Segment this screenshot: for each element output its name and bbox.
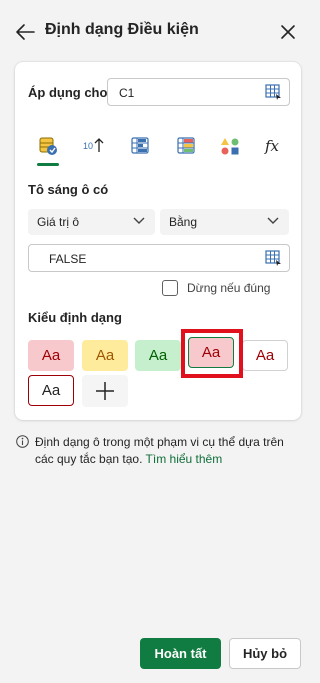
cancel-button[interactable]: Hủy bỏ	[229, 638, 301, 669]
panel-header: Định dạng Điều kiện	[0, 0, 317, 62]
tab-formula[interactable]: fx	[259, 132, 289, 168]
rule-card: Áp dụng cho: C1 10 fx Tô sáng ô có Giá t…	[15, 62, 301, 420]
top-bottom-icon: 10	[83, 138, 104, 152]
chevron-down-icon	[133, 217, 145, 224]
formula-icon: fx	[264, 137, 280, 155]
stop-if-true-label: Dừng nếu đúng	[187, 281, 271, 295]
apply-to-value: C1	[119, 86, 135, 100]
format-swatch-red-text[interactable]: Aa	[242, 340, 288, 371]
range-select-icon[interactable]	[265, 250, 282, 267]
tab-data-bars[interactable]	[125, 132, 155, 168]
format-swatch-yellow-fill[interactable]: Aa	[82, 340, 128, 371]
tab-top-bottom[interactable]: 10	[78, 132, 108, 168]
format-swatch-red-border[interactable]: Aa	[28, 375, 74, 406]
icon-sets-icon	[221, 138, 239, 155]
tab-color-scales[interactable]	[171, 132, 201, 168]
svg-text:fx: fx	[264, 137, 280, 155]
data-bars-icon	[131, 137, 149, 154]
arrow-left-icon[interactable]	[14, 22, 36, 42]
chevron-down-icon	[267, 217, 279, 224]
color-scales-icon	[177, 137, 195, 154]
condition-type-value: Giá trị ô	[37, 215, 80, 229]
learn-more-link[interactable]: Tìm hiểu thêm	[146, 452, 223, 466]
apply-to-field[interactable]: C1	[107, 78, 290, 106]
plus-icon	[96, 382, 114, 400]
apply-to-label: Áp dụng cho:	[28, 85, 112, 100]
value-field-text: FALSE	[49, 252, 87, 266]
rule-type-tabs: 10 fx	[33, 132, 289, 172]
condition-type-dropdown[interactable]: Giá trị ô	[28, 209, 155, 235]
selection-highlight-box	[181, 329, 243, 378]
range-select-icon[interactable]	[265, 84, 282, 101]
operator-value: Bằng	[169, 215, 198, 229]
close-icon[interactable]	[278, 22, 298, 42]
format-swatch-green-fill[interactable]: Aa	[135, 340, 181, 371]
panel-title: Định dạng Điều kiện	[45, 21, 199, 38]
highlight-label: Tô sáng ô có	[28, 182, 109, 197]
add-format-button[interactable]	[82, 375, 128, 407]
done-button[interactable]: Hoàn tất	[140, 638, 221, 669]
info-icon	[16, 435, 29, 448]
format-swatch-light-red-fill[interactable]: Aa	[28, 340, 74, 371]
value-field[interactable]: FALSE	[28, 244, 290, 272]
svg-text:10: 10	[83, 141, 93, 151]
stop-if-true-checkbox[interactable]	[162, 280, 178, 296]
tab-highlight-cells[interactable]	[33, 132, 63, 168]
info-text: Định dạng ô trong một phạm vi cụ thể dựa…	[35, 434, 305, 468]
highlight-cells-icon	[39, 137, 57, 155]
tab-icon-sets[interactable]	[215, 132, 245, 168]
operator-dropdown[interactable]: Bằng	[160, 209, 289, 235]
format-style-label: Kiểu định dạng	[28, 310, 122, 325]
